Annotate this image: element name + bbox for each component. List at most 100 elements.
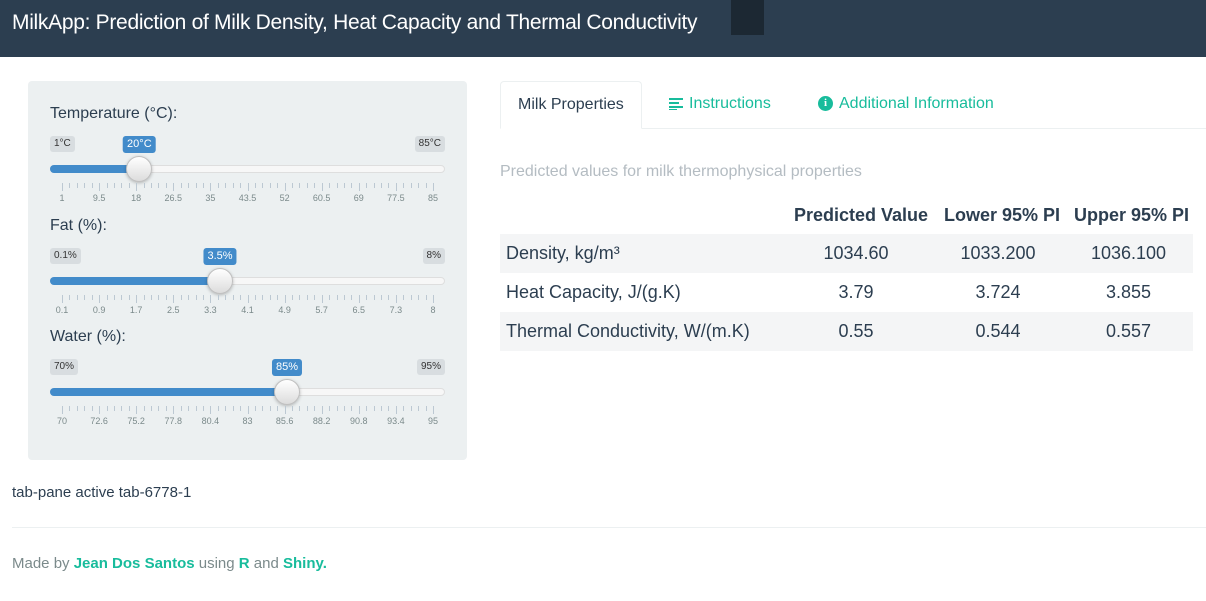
tab-label: Milk Properties [518, 96, 624, 113]
slider-minor-tick [113, 295, 115, 300]
slider-tick [358, 406, 360, 414]
slider-minor-tick [381, 406, 383, 411]
slider-tick-label: 1 [59, 193, 65, 203]
slider-tick-label: 95 [427, 416, 439, 426]
slider-tick [173, 295, 175, 303]
slider-minor-tick [240, 295, 242, 300]
slider-tick-label: 2.5 [167, 305, 180, 315]
slider-minor-tick [217, 295, 219, 300]
slider-minor-tick [232, 406, 234, 411]
slider-minor-tick [299, 406, 301, 411]
footer: Made by Jean Dos Santos using R and Shin… [12, 555, 327, 572]
slider-tick [395, 406, 397, 414]
slider-minor-tick [128, 295, 130, 300]
slider-handle[interactable] [274, 379, 300, 405]
slider-minor-tick [165, 295, 167, 300]
slider-minor-tick [381, 295, 383, 300]
slider-minor-tick [343, 295, 345, 300]
table-cell: Thermal Conductivity, W/(m.K) [500, 312, 780, 351]
slider-minor-tick [418, 183, 420, 188]
author-link[interactable]: Jean Dos Santos [74, 555, 195, 572]
slider-minor-tick [254, 406, 256, 411]
slider-minor-tick [225, 295, 227, 300]
slider-minor-tick [292, 183, 294, 188]
slider-minor-tick [366, 183, 368, 188]
tab-label: Additional Information [839, 95, 994, 112]
slider-min-label: 1°C [50, 136, 75, 152]
table-row: Density, kg/m³ 1034.60 1033.200 1036.100 [500, 234, 1193, 273]
slider-minor-tick [69, 295, 71, 300]
slider-tick-label: 52 [279, 193, 290, 203]
results-table: Predicted Value Lower 95% PI Upper 95% P… [500, 196, 1193, 351]
slider-minor-tick [299, 183, 301, 188]
navbar-block [731, 0, 764, 35]
slider-minor-tick [262, 183, 264, 188]
slider-minor-tick [329, 295, 331, 300]
slider-minor-tick [91, 183, 93, 188]
slider-minor-tick [418, 406, 420, 411]
slider-minor-tick [269, 406, 271, 411]
slider-minor-tick [262, 295, 264, 300]
table-header-row: Predicted Value Lower 95% PI Upper 95% P… [500, 196, 1193, 234]
shiny-link[interactable]: Shiny. [283, 555, 327, 572]
slider-tick [210, 406, 212, 414]
slider-tick [321, 295, 323, 303]
slider-tick [395, 183, 397, 191]
slider-minor-tick [84, 406, 86, 411]
slider-minor-tick [410, 183, 412, 188]
slider-minor-tick [84, 295, 86, 300]
slider-minor-tick [343, 183, 345, 188]
slider-minor-tick [343, 406, 345, 411]
water-slider[interactable]: Water (%): 70% 95% 85% 70 72.6 75.2 77.8 80.… [50, 328, 445, 428]
slider-minor-tick [366, 295, 368, 300]
r-link[interactable]: R [239, 555, 250, 572]
divider [12, 527, 1206, 528]
slider-minor-tick [91, 295, 93, 300]
tab-additional-information[interactable]: i Additional Information [801, 81, 1011, 129]
slider-minor-tick [306, 406, 308, 411]
slider-tick-label: 85 [427, 193, 439, 203]
slider-handle[interactable] [126, 156, 153, 182]
table-cell: 3.79 [838, 282, 874, 302]
slider-minor-tick [69, 183, 71, 188]
slider-minor-tick [314, 183, 316, 188]
slider-tick [173, 183, 175, 191]
slider-minor-tick [151, 406, 153, 411]
slider-minor-tick [299, 295, 301, 300]
slider-minor-tick [195, 406, 197, 411]
slider-handle[interactable] [207, 268, 233, 294]
slider-tick-label: 90.8 [350, 416, 368, 426]
slider-tick [321, 183, 323, 191]
slider-minor-tick [306, 295, 308, 300]
table-header-cell: Upper 95% PI [1073, 204, 1189, 225]
slider-bar [50, 388, 287, 396]
slider-minor-tick [202, 295, 204, 300]
tab-milk-properties[interactable]: Milk Properties [500, 81, 642, 129]
slider-minor-tick [76, 406, 78, 411]
tab-instructions[interactable]: Instructions [652, 81, 788, 129]
slider-minor-tick [306, 183, 308, 188]
fat-slider[interactable]: Fat (%): 0.1% 8% 3.5% 0.1 0.9 1.7 2.5 3.3 4.1… [50, 217, 445, 317]
slider-minor-tick [269, 183, 271, 188]
slider-value-label: 85% [271, 359, 303, 376]
slider-tick [173, 406, 175, 414]
temperature-slider[interactable]: Temperature (°C): 1°C 85°C 20°C 1 9.5 18 26… [50, 105, 445, 205]
slider-value-label: 20°C [123, 136, 156, 153]
slider-minor-tick [373, 183, 375, 188]
slider-value-label: 3.5% [203, 248, 237, 265]
table-header-cell [500, 196, 780, 234]
slider-minor-tick [180, 295, 182, 300]
slider-tick-label: 69 [353, 193, 364, 203]
slider-minor-tick [262, 406, 264, 411]
slider-minor-tick [403, 406, 405, 411]
slider-tick [284, 295, 286, 303]
footer-text: Made by [12, 555, 74, 572]
slider-minor-tick [336, 183, 338, 188]
slider-tick-label: 5.7 [315, 305, 328, 315]
slider-minor-tick [425, 183, 427, 188]
slider-tick [433, 406, 434, 414]
slider-minor-tick [195, 183, 197, 188]
slider-minor-tick [292, 406, 294, 411]
slider-tick-label: 26.5 [164, 193, 183, 203]
slider-tick-label: 70 [56, 416, 68, 426]
